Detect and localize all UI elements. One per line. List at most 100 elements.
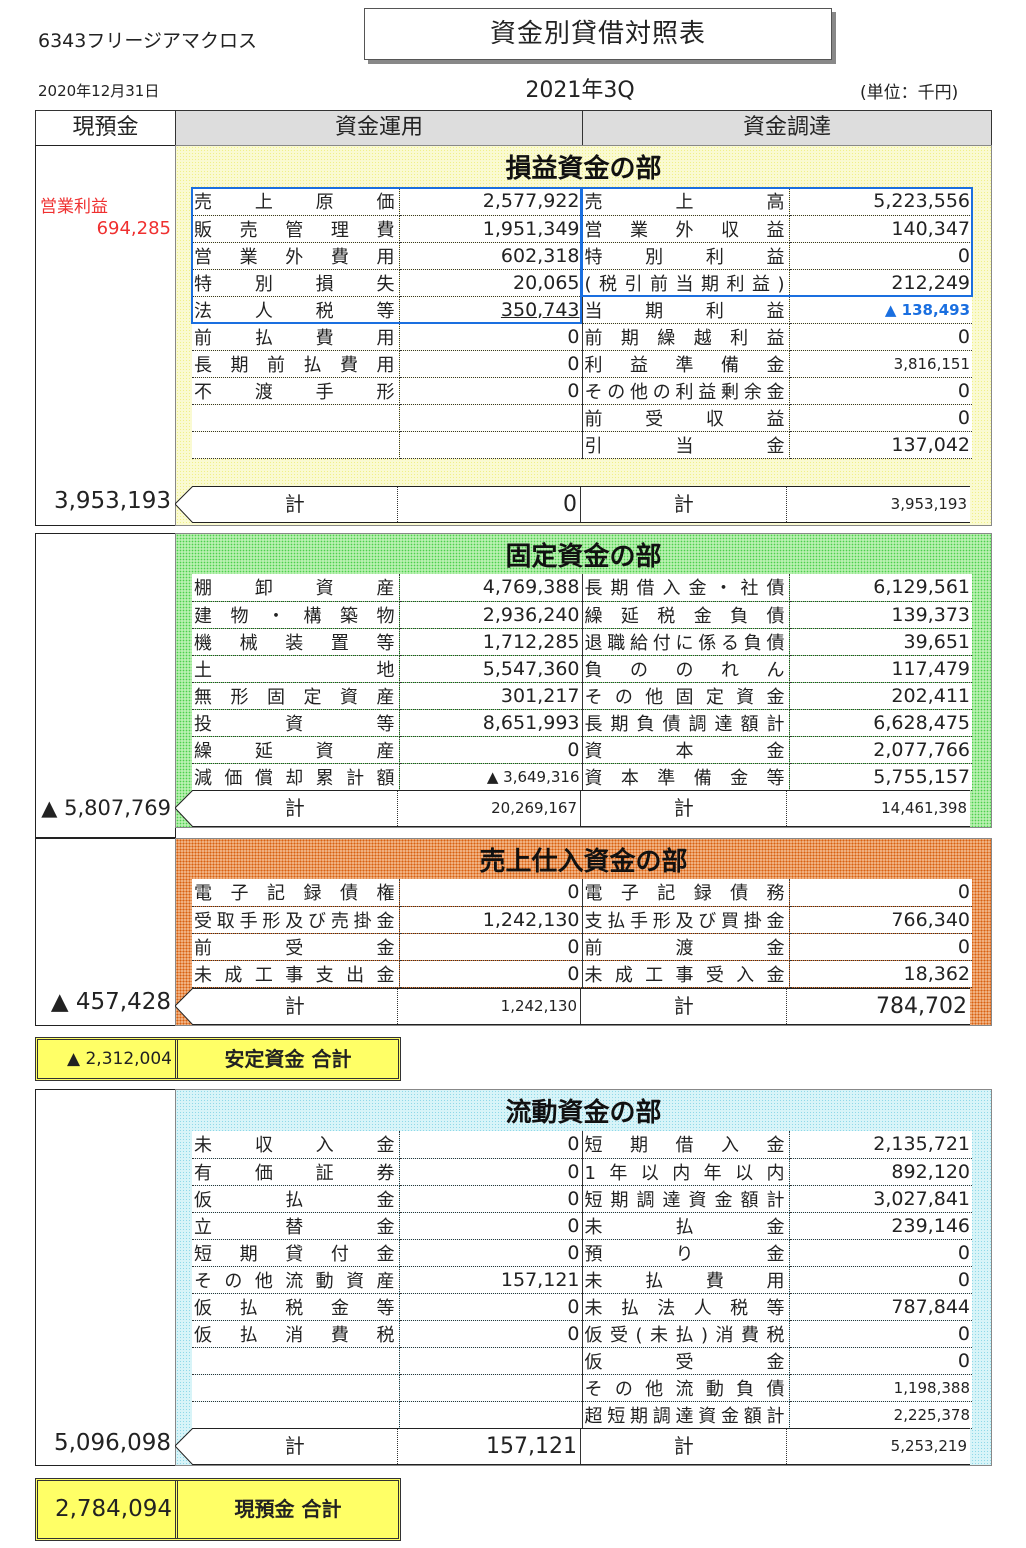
pl-use-item-value: 0	[399, 350, 583, 378]
current-use-item-value: 0	[399, 1239, 583, 1267]
fixed-table: 棚卸資産 4,769,388 長期借入金・社債 6,129,561 建物・構築物 2,93…	[192, 574, 972, 791]
pl-use-item-label: 不渡手形	[192, 377, 400, 405]
fixed-use-item-label: 土地	[192, 655, 400, 683]
sales-row: 電子記録債権 0 電子記録債務 0	[192, 879, 972, 907]
current-use-item-value: 157,121	[399, 1266, 583, 1294]
fixed-use-item-value: ▲ 3,649,316	[399, 763, 583, 791]
current-row: 超短期調達資金額計 2,225,378	[192, 1401, 972, 1429]
current-use-item-label: 仮払税金等	[192, 1293, 400, 1321]
current-use-item-label: 未収入金	[192, 1131, 400, 1159]
fixed-row: 投資等 8,651,993 長期負債調達額計 6,628,475	[192, 709, 972, 737]
pl-sum-row: 計 0 計 3,953,193	[192, 486, 970, 523]
pl-row: 法人税等 350,743 当期利益 ▲ 138,493	[192, 296, 972, 324]
current-row: 有価証券 0 1年以内年以内 892,120	[192, 1158, 972, 1186]
pl-source-item-label: 売上高	[582, 188, 790, 216]
column-header-use: 資金運用	[175, 110, 583, 146]
fixed-row: 無形固定資産 301,217 その他固定資金 202,411	[192, 682, 972, 710]
current-source-item-label: 未払法人税等	[582, 1293, 790, 1321]
fixed-source-item-label: 資本金	[582, 736, 790, 764]
fixed-use-item-label: 建物・構築物	[192, 601, 400, 629]
stable-total-label: 安定資金 合計	[224, 1047, 352, 1071]
current-use-item-label	[192, 1401, 400, 1429]
current-use-item-value	[399, 1347, 583, 1375]
sales-row: 未成工事支出金 0 未成工事受入金 18,362	[192, 960, 972, 988]
pl-row: 特別損失 20,065 (税引前当期利益) 212,249	[192, 269, 972, 297]
current-use-item-label: 短期貸付金	[192, 1239, 400, 1267]
sales-use-item-label: 未成工事支出金	[192, 960, 400, 988]
sales-sum-row: 計 1,242,130 計 784,702	[192, 988, 970, 1025]
fixed-source-item-value: 117,479	[789, 655, 972, 683]
pl-source-sum-label: 計	[581, 487, 788, 522]
sales-use-item-label: 電子記録債権	[192, 879, 400, 907]
sales-arrow-icon	[175, 988, 194, 1025]
fixed-use-sum-label: 計	[192, 791, 399, 826]
fixed-source-item-label: 長期負債調達額計	[582, 709, 790, 737]
current-source-item-value: 0	[789, 1266, 972, 1294]
fixed-source-item-label: その他固定資金	[582, 682, 790, 710]
pl-cash-cell: 営業利益 694,285 3,953,193	[35, 145, 176, 526]
document-title: 資金別貸借対照表	[364, 8, 832, 60]
current-table: 未収入金 0 短期借入金 2,135,721 有価証券 0 1年以内年以内 892,120 仮払…	[192, 1131, 972, 1429]
pl-use-item-label: 前払費用	[192, 323, 400, 351]
pl-table: 売上原価 2,577,922 売上高 5,223,556 販売管理費 1,951,349 営…	[192, 188, 972, 459]
pl-source-item-value: ▲ 138,493	[789, 296, 972, 324]
current-source-item-value: 2,135,721	[789, 1131, 972, 1159]
sales-row: 受取手形及び売掛金 1,242,130 支払手形及び買掛金 766,340	[192, 906, 972, 934]
pl-use-item-label: 販売管理費	[192, 215, 400, 243]
fixed-source-item-label: 負ののれん	[582, 655, 790, 683]
pl-use-item-value	[399, 431, 583, 459]
pl-use-item-value: 0	[399, 323, 583, 351]
current-row: 短期貸付金 0 預り金 0	[192, 1239, 972, 1267]
current-source-item-label: 短期借入金	[582, 1131, 790, 1159]
pl-cash-total: 3,953,193	[53, 488, 171, 514]
cash-total-label: 現預金 合計	[234, 1497, 342, 1521]
pl-source-item-value: 3,816,151	[789, 350, 972, 378]
pl-use-item-value	[399, 404, 583, 432]
pl-use-item-label	[192, 431, 400, 459]
fixed-source-item-label: 長期借入金・社債	[582, 574, 790, 602]
pl-use-item-label	[192, 404, 400, 432]
fixed-source-sum: 14,461,398	[881, 799, 967, 817]
current-section-title: 流動資金の部	[505, 1098, 662, 1128]
current-use-item-label: 立替金	[192, 1212, 400, 1240]
current-source-item-label: 超短期調達資金額計	[582, 1401, 790, 1429]
current-source-item-value: 239,146	[789, 1212, 972, 1240]
fixed-use-item-value: 0	[399, 736, 583, 764]
pl-section-title: 損益資金の部	[505, 154, 662, 184]
pl-source-item-label: 営業外収益	[582, 215, 790, 243]
operating-profit-label: 営業利益	[40, 197, 108, 217]
fixed-row: 繰延資産 0 資本金 2,077,766	[192, 736, 972, 764]
pl-row: 売上原価 2,577,922 売上高 5,223,556	[192, 188, 972, 216]
fixed-use-item-value: 1,712,285	[399, 628, 583, 656]
unit-label: (単位：千円)	[860, 83, 959, 103]
current-row: その他流動資産 157,121 未払費用 0	[192, 1266, 972, 1294]
sales-source-item-value: 0	[789, 933, 972, 961]
sales-use-sum-label: 計	[192, 989, 399, 1024]
pl-source-item-value: 0	[789, 323, 972, 351]
pl-use-item-value: 350,743	[399, 296, 583, 324]
pl-source-item-label: 当期利益	[582, 296, 790, 324]
fixed-use-item-value: 8,651,993	[399, 709, 583, 737]
fixed-use-item-value: 301,217	[399, 682, 583, 710]
pl-source-item-label: 前受収益	[582, 404, 790, 432]
fixed-source-item-value: 202,411	[789, 682, 972, 710]
current-row: その他流動負債 1,198,388	[192, 1374, 972, 1402]
fixed-source-sum-label: 計	[581, 791, 788, 826]
sales-section-title: 売上仕入資金の部	[479, 847, 688, 877]
sales-source-sum: 784,702	[876, 994, 967, 1019]
pl-use-item-label: 法人税等	[192, 296, 400, 324]
pl-use-item-label: 営業外費用	[192, 242, 400, 270]
current-use-item-label: その他流動資産	[192, 1266, 400, 1294]
pl-use-item-value: 1,951,349	[399, 215, 583, 243]
pl-use-sum-label: 計	[192, 487, 399, 522]
current-source-item-label: 短期調達資金額計	[582, 1185, 790, 1213]
report-period: 2021年3Q	[525, 78, 635, 103]
sales-source-item-label: 前渡金	[582, 933, 790, 961]
sales-use-item-value: 1,242,130	[399, 906, 583, 934]
current-source-item-value: 3,027,841	[789, 1185, 972, 1213]
sales-use-item-label: 前受金	[192, 933, 400, 961]
sales-use-item-value: 0	[399, 960, 583, 988]
current-use-item-value	[399, 1374, 583, 1402]
pl-source-item-value: 5,223,556	[789, 188, 972, 216]
fixed-source-item-value: 139,373	[789, 601, 972, 629]
